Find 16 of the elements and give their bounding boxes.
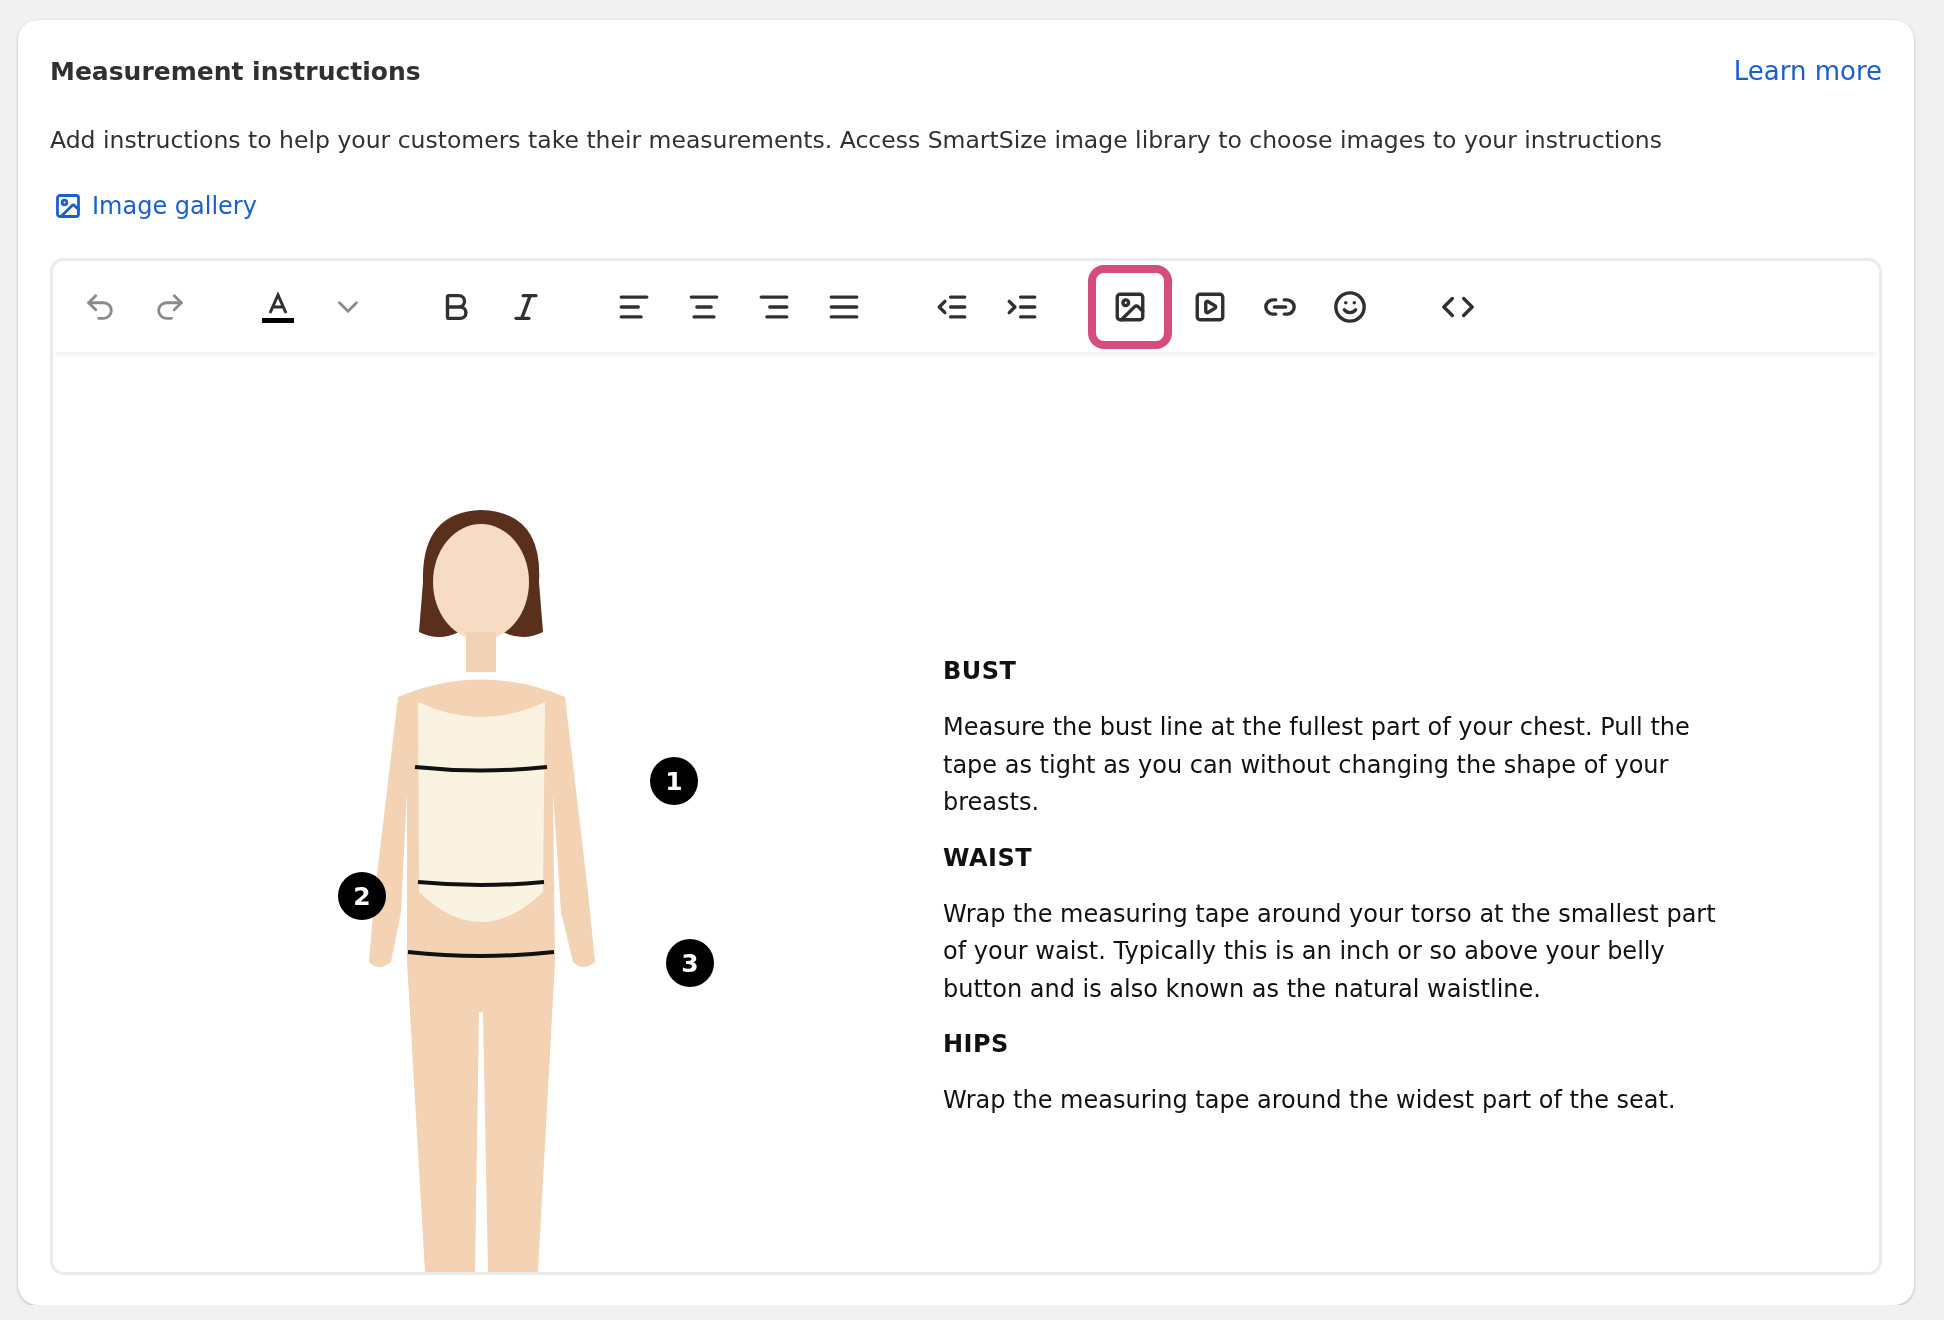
instruction-text: Wrap the measuring tape around the widest part of the seat. <box>943 1085 1677 1116</box>
learn-more-link[interactable]: Learn more <box>1733 56 1882 86</box>
instruction-text: Wrap the measuring tape around your torso at the smallest part of your waist. Typically this is an inch or so above your belly button and is also known as the natural waistline. <box>943 898 1717 1005</box>
smiley-icon <box>1333 289 1367 324</box>
number-marker: 1 <box>650 757 698 805</box>
section-heading: HIPS <box>943 1030 1010 1058</box>
section-title: Measurement instructions <box>50 56 421 86</box>
image-icon <box>54 192 82 220</box>
number-marker: 2 <box>338 872 386 920</box>
toolbar-button[interactable] <box>1088 264 1172 349</box>
image-gallery-link[interactable]: Image gallery <box>54 192 257 220</box>
number-marker: 3 <box>666 939 714 987</box>
instruction-text: Measure the bust line at the fullest part of your chest. Pull the tape as tight as you can without changing the shape of your breasts. <box>943 712 1691 818</box>
section-heading: WAIST <box>943 843 1034 872</box>
section-heading: BUST <box>943 657 1018 685</box>
description-text: Add instructions to help your customers take their measurements. Access SmartSize image library to choose images to your instructions <box>50 126 1663 154</box>
